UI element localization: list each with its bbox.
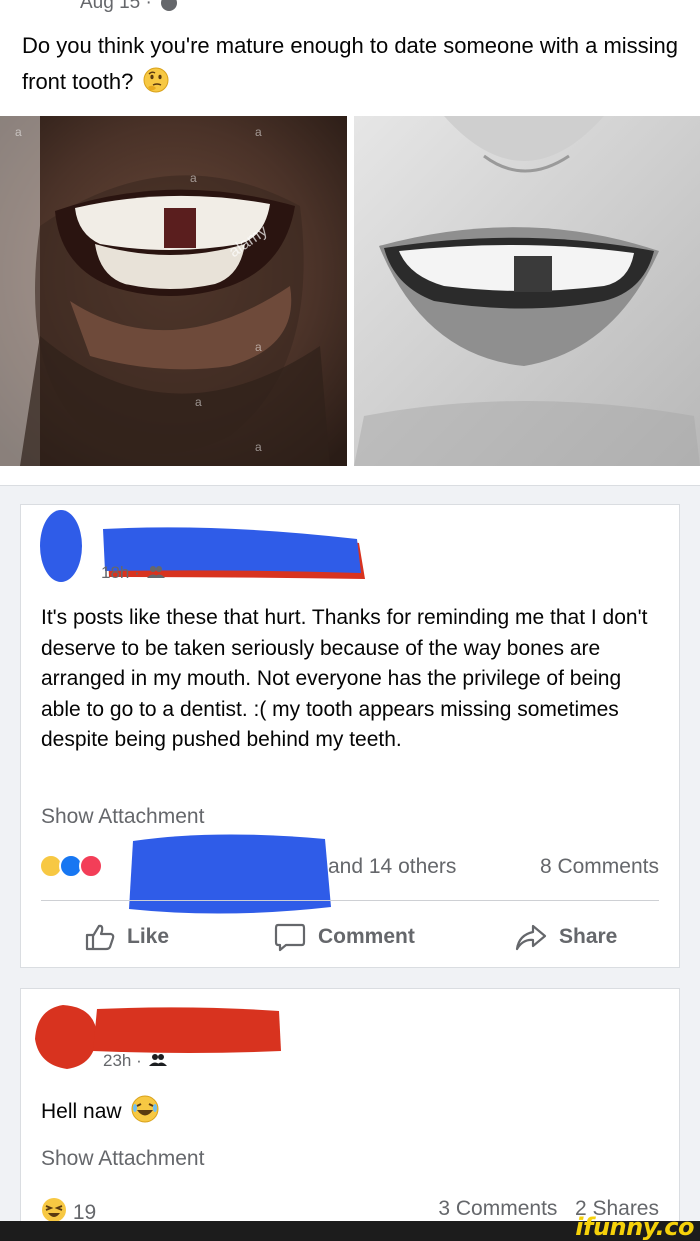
comment-time: 18h · (101, 563, 140, 582)
show-attachment-link[interactable]: Show Attachment (41, 1147, 204, 1171)
comment-time: 23h · (103, 1051, 142, 1070)
divider (41, 900, 659, 901)
post-text: Do you think you're mature enough to dat… (22, 33, 679, 94)
reaction-others[interactable]: and 14 others (328, 855, 456, 879)
love-icon (79, 854, 103, 878)
svg-text:a: a (255, 125, 262, 139)
post-text-block: Do you think you're mature enough to dat… (22, 28, 682, 104)
show-attachment-link[interactable]: Show Attachment (41, 805, 204, 829)
photo-collage[interactable]: alamy a a a a a a (0, 116, 700, 466)
share-arrow-icon (515, 924, 547, 951)
svg-text:a: a (255, 340, 262, 354)
share-label: Share (559, 925, 618, 948)
speech-bubble-icon (274, 923, 306, 952)
post-timestamp: Aug 15 · (80, 0, 178, 14)
redacted-avatar (39, 509, 83, 588)
like-button[interactable]: Like (85, 917, 169, 957)
reaction-icons[interactable] (39, 850, 139, 880)
comment-timestamp: 23h · (103, 1051, 168, 1072)
comments-count[interactable]: 3 Comments (438, 1197, 557, 1220)
comment-timestamp: 18h · (101, 563, 166, 584)
comment-card: 18h · It's posts like these that hurt. T… (20, 504, 680, 968)
share-button[interactable]: Share (515, 917, 617, 957)
laughing-face-icon (131, 1095, 159, 1133)
like-label: Like (127, 925, 170, 948)
svg-text:a: a (15, 125, 22, 139)
friends-icon (149, 1052, 168, 1072)
globe-icon (161, 0, 178, 11)
thumbs-up-icon (85, 924, 115, 951)
photo-man-missing-tooth[interactable]: alamy a a a a a a (0, 116, 347, 466)
comment-body: It's posts like these that hurt. Thanks … (41, 606, 648, 751)
comment-button[interactable]: Comment (274, 917, 415, 957)
photo-woman-missing-tooth[interactable] (354, 116, 700, 466)
svg-text:a: a (190, 171, 197, 185)
original-post: Aug 15 · Do you think you're mature enou… (0, 0, 700, 486)
post-date: Aug 15 · (80, 0, 152, 13)
comment-card: 23h · Hell naw Show Attachment 19 3 Comm… (20, 988, 680, 1241)
comment-body: Hell naw (41, 1100, 122, 1123)
comment-body-wrap: Hell naw (41, 1095, 159, 1133)
screenshot-root: Aug 15 · Do you think you're mature enou… (0, 0, 700, 1241)
thinking-face-icon (143, 67, 169, 104)
friends-icon (147, 564, 166, 584)
comment-label: Comment (318, 925, 415, 948)
svg-text:a: a (255, 440, 262, 454)
ifunny-watermark: ifunny.co (575, 1213, 694, 1241)
comments-count[interactable]: 8 Comments (540, 855, 659, 879)
svg-text:a: a (195, 395, 202, 409)
redacted-reactor-name (125, 827, 333, 920)
